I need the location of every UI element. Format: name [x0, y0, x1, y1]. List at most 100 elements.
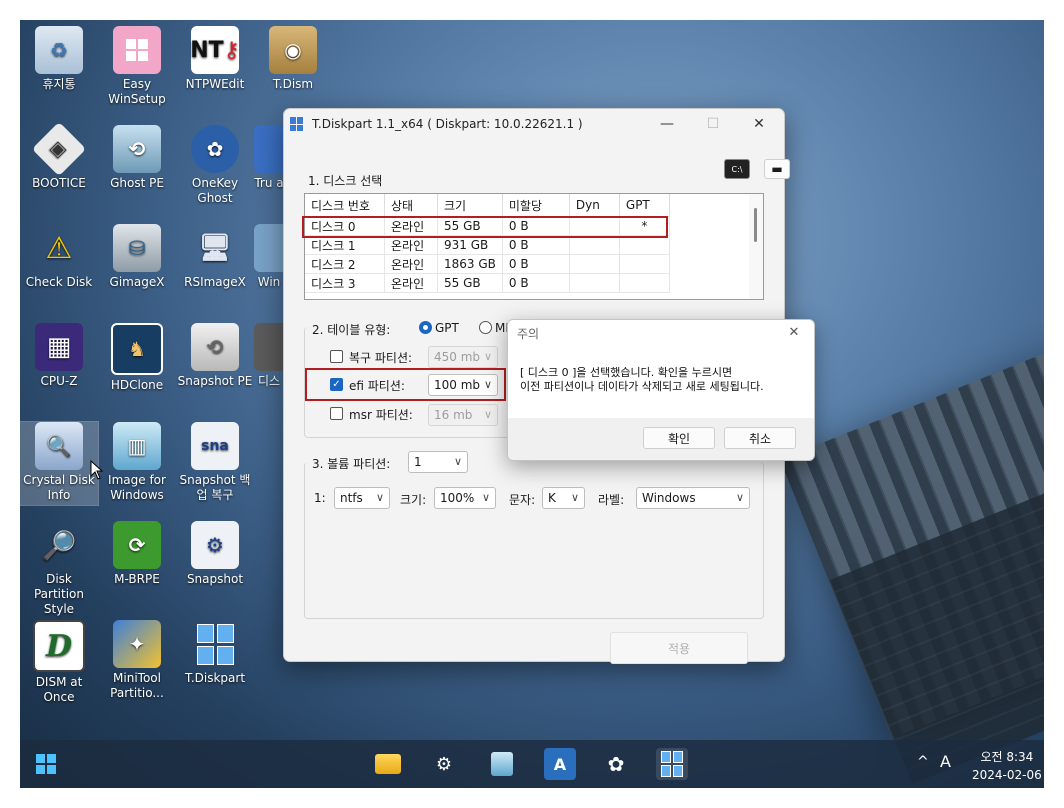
dialog-footer: 확인 취소	[508, 418, 814, 460]
disk-table[interactable]: 디스크 번호 상태 크기 미할당 Dyn GPT 디스크 0 온라인 55 GB…	[304, 193, 764, 300]
windows-start-icon[interactable]	[30, 748, 62, 780]
col-gpt[interactable]: GPT	[619, 194, 670, 217]
tray-chevron-icon[interactable]: ^	[917, 754, 929, 770]
icon-label: RSImageX	[184, 275, 246, 289]
icon-label: Easy WinSetup	[108, 77, 166, 106]
maximize-button[interactable]: ☐	[690, 109, 736, 139]
volume-index-label: 1:	[314, 491, 326, 505]
icon-label: Snapshot 백업 복구	[179, 473, 251, 502]
table-row[interactable]: 디스크 2 온라인 1863 GB 0 B	[305, 254, 670, 274]
icon-label: Snapshot	[186, 572, 244, 586]
snapshot-pe-icon: ⟲	[191, 323, 239, 371]
icon-label: CPU-Z	[40, 374, 78, 388]
desktop-icon-snapshot-backup[interactable]: sna Snapshot 백업 복구	[176, 422, 254, 503]
icon-label: BOOTICE	[32, 176, 86, 190]
drive-icon[interactable]: ▬	[764, 159, 790, 179]
chevron-down-icon: ∨	[375, 491, 384, 504]
desktop-icon-tdism[interactable]: ◉ T.Dism	[254, 26, 332, 92]
chevron-down-icon: ∨	[481, 491, 490, 504]
desktop-icon-disk-partition-style[interactable]: 🔎 Disk Partition Style	[20, 521, 98, 617]
icon-label: Snapshot PE	[177, 374, 253, 388]
col-disk-number[interactable]: 디스크 번호	[305, 194, 385, 217]
col-dyn[interactable]: Dyn	[569, 194, 620, 217]
desktop-icon-minitool[interactable]: ✦ MiniTool Partitio...	[98, 620, 176, 701]
m-brpe-icon: ⟳	[113, 521, 161, 569]
apply-button[interactable]: 적용	[610, 632, 748, 664]
desktop-icon-ntpwedit[interactable]: NT ⚷ NTPWEdit	[176, 26, 254, 92]
mouse-cursor-icon	[90, 460, 104, 480]
dialog-close-button[interactable]: ✕	[774, 320, 814, 346]
clock-time: 오전 8:34	[980, 750, 1034, 764]
volume-label-select[interactable]: Windows ∨	[636, 487, 750, 509]
icon-label: Image for Windows	[108, 473, 166, 502]
letter-select[interactable]: K ∨	[542, 487, 585, 509]
desktop-icon-hdclone[interactable]: ♞ HDClone	[98, 323, 176, 393]
cpu-z-icon: ▦	[35, 323, 83, 371]
cancel-button[interactable]: 취소	[724, 427, 796, 449]
cell: 0 B	[502, 273, 570, 293]
image-for-windows-icon[interactable]	[486, 748, 518, 780]
icon-label: T.Diskpart	[184, 671, 246, 685]
desktop-icon-check-disk[interactable]: ⚠ Check Disk	[20, 224, 98, 290]
desktop-icon-bootice[interactable]: ▣ BOOTICE	[20, 121, 98, 191]
tdiskpart-icon[interactable]	[656, 748, 688, 780]
col-status[interactable]: 상태	[384, 194, 438, 217]
col-unallocated[interactable]: 미할당	[502, 194, 570, 217]
cell: 온라인	[384, 254, 438, 274]
letter-value: K	[548, 491, 556, 505]
dialog-titlebar[interactable]: 주의	[508, 320, 814, 346]
desktop-icon-snapshot[interactable]: ⚙ Snapshot	[176, 521, 254, 587]
table-row[interactable]: 디스크 1 온라인 931 GB 0 B	[305, 235, 670, 255]
minimize-button[interactable]: —	[644, 109, 690, 139]
efi-highlight	[305, 368, 506, 401]
msr-label: msr 파티션:	[349, 408, 413, 422]
msr-size-select[interactable]: 16 mb ∨	[428, 404, 498, 426]
desktop-icon-recycle-bin[interactable]: ♻ 휴지통	[20, 26, 98, 92]
filesystem-select[interactable]: ntfs ∨	[334, 487, 390, 509]
volume-label-value: Windows	[642, 491, 696, 505]
desktop-icon-onekey-ghost[interactable]: ✿ OneKey Ghost	[176, 125, 254, 206]
desktop-icon-tdiskpart[interactable]: T.Diskpart	[176, 620, 254, 686]
desktop-icon-easy-winsetup[interactable]: Easy WinSetup	[98, 26, 176, 107]
desktop-icon-crystal-disk-info[interactable]: 🔍 Crystal Disk Info	[20, 421, 99, 506]
desktop-icon-gimagex[interactable]: ⛁ GimageX	[98, 224, 176, 290]
cmd-icon[interactable]: C:\	[724, 159, 750, 179]
desktop-icon-snapshot-pe[interactable]: ⟲ Snapshot PE	[176, 323, 254, 389]
recovery-size-select[interactable]: 450 mb ∨	[428, 346, 498, 368]
cell: 디스크 2	[305, 254, 385, 274]
acronis-icon[interactable]: A	[544, 748, 576, 780]
dialog-message: [ 디스크 0 ]을 선택했습니다. 확인을 누르시면 이전 파티션이나 데이타…	[520, 366, 764, 393]
msr-size-value: 16 mb	[434, 408, 473, 422]
ok-button[interactable]: 확인	[643, 427, 715, 449]
col-size[interactable]: 크기	[437, 194, 503, 217]
desktop-icon-tru[interactable]: Tru a	[254, 125, 284, 191]
icon-label: Disk Partition Style	[33, 572, 84, 616]
file-explorer-icon[interactable]	[372, 748, 404, 780]
desktop-icon-dism-at-once[interactable]: D DISM at Once	[20, 620, 98, 705]
desktop-icon-m-brpe[interactable]: ⟳ M-BRPE	[98, 521, 176, 587]
ime-indicator[interactable]: A	[940, 752, 951, 771]
desktop-icon-rsimagex[interactable]: 🖥 RSImageX	[176, 224, 254, 290]
msr-checkbox[interactable]	[330, 407, 343, 420]
cell	[619, 235, 670, 255]
table-row[interactable]: 디스크 3 온라인 55 GB 0 B	[305, 273, 670, 293]
icon-label: GimageX	[109, 275, 165, 289]
icon-label: T.Dism	[272, 77, 314, 91]
desktop-icon-image-for-windows[interactable]: ▥ Image for Windows	[98, 422, 176, 503]
scrollbar-thumb[interactable]	[754, 208, 757, 242]
size-select[interactable]: 100% ∨	[434, 487, 496, 509]
cell	[619, 273, 670, 293]
icon-label: OneKey Ghost	[191, 176, 239, 205]
desktop-icon-win[interactable]: Win	[254, 224, 284, 290]
icon-label: Win	[257, 275, 281, 289]
clock[interactable]: 오전 8:34 2024-02-06	[972, 748, 1042, 782]
desktop-icon-ghost-pe[interactable]: ⟲ Ghost PE	[98, 125, 176, 191]
table-scrollbar[interactable]	[749, 194, 763, 299]
letter-label: 문자:	[509, 493, 536, 507]
recovery-checkbox[interactable]	[330, 350, 343, 363]
close-button[interactable]: ✕	[736, 109, 782, 139]
desktop-icon-cpu-z[interactable]: ▦ CPU-Z	[20, 323, 98, 389]
desktop-icon-disk[interactable]: 디스	[254, 323, 284, 389]
snapshot-icon[interactable]: ⚙	[428, 748, 460, 780]
onekey-ghost-icon[interactable]: ✿	[600, 748, 632, 780]
